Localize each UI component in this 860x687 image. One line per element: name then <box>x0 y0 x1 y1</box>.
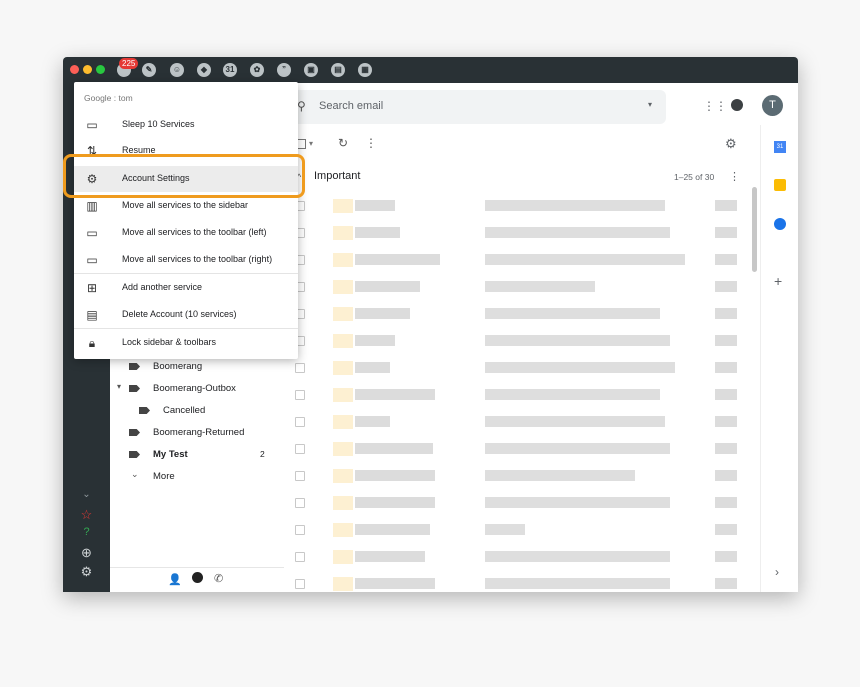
email-row[interactable] <box>295 280 755 294</box>
lock-icon: 🔒︎ <box>88 336 96 350</box>
caret-down-icon[interactable]: ▾ <box>117 382 121 391</box>
account-context-menu: Google : tom ▭ Sleep 10 Services ⇅ Resum… <box>74 82 298 359</box>
service-sheets-icon[interactable]: ▦ <box>358 63 372 77</box>
menu-item-lock[interactable]: 🔒︎ Lock sidebar & toolbars <box>74 330 298 356</box>
keep-icon[interactable] <box>774 179 786 191</box>
label-item[interactable]: Boomerang <box>153 361 202 372</box>
email-row[interactable] <box>295 442 755 456</box>
close-window-button[interactable] <box>70 65 79 74</box>
email-row[interactable] <box>295 496 755 510</box>
add-icon[interactable]: ⊕ <box>63 545 110 561</box>
help-icon[interactable]: ? <box>63 526 110 538</box>
toolbar-left-icon: ▭ <box>86 226 98 240</box>
more-vert-icon[interactable]: ⋮ <box>729 170 740 183</box>
tasks-icon[interactable] <box>774 218 786 230</box>
highlight-callout <box>63 154 305 198</box>
email-row[interactable] <box>295 199 755 213</box>
chevron-down-icon[interactable]: ⌄ <box>131 469 139 480</box>
chevron-right-icon[interactable]: › <box>775 565 779 579</box>
label-tag-icon <box>139 407 150 414</box>
toolbar-right-icon: ▭ <box>86 253 98 267</box>
search-input[interactable]: ⚲ Search email ▾ <box>291 90 666 124</box>
email-row[interactable] <box>295 415 755 429</box>
email-row[interactable] <box>295 523 755 537</box>
label-item-more[interactable]: More <box>153 471 175 482</box>
label-item[interactable]: Boomerang-Returned <box>153 427 244 438</box>
label-count: 2 <box>260 449 265 459</box>
menu-item-move-toolbar-right[interactable]: ▭ Move all services to the toolbar (righ… <box>74 247 298 273</box>
email-row[interactable] <box>295 361 755 375</box>
caret-down-icon[interactable]: ▾ <box>309 139 313 148</box>
label-item[interactable]: Cancelled <box>163 405 205 416</box>
search-icon: ⚲ <box>297 99 306 113</box>
label-tag-icon <box>129 363 140 370</box>
person-icon[interactable]: 👤 <box>168 573 182 586</box>
label-tag-icon <box>129 429 140 436</box>
email-row[interactable] <box>295 334 755 348</box>
hangouts-footer: 👤 ✆ <box>110 567 284 592</box>
service-docs-icon[interactable]: ▤ <box>331 63 345 77</box>
delete-icon: ▤ <box>86 308 98 322</box>
avatar[interactable]: T <box>762 95 783 116</box>
more-vert-icon[interactable]: ⋮ <box>365 136 377 150</box>
label-tag-icon <box>129 451 140 458</box>
menu-separator <box>74 273 298 274</box>
label-tag-icon <box>129 385 140 392</box>
email-row[interactable] <box>295 253 755 267</box>
settings-icon[interactable]: ⚙ <box>725 136 737 152</box>
scrollbar-thumb[interactable] <box>752 187 757 272</box>
sidebar-icon: ▥ <box>86 199 98 213</box>
menu-item-sleep[interactable]: ▭ Sleep 10 Services <box>74 112 298 138</box>
menu-item-delete-account[interactable]: ▤ Delete Account (10 services) <box>74 302 298 328</box>
label-item[interactable]: My Test <box>153 449 188 460</box>
email-row[interactable] <box>295 226 755 240</box>
section-title: Important <box>314 170 361 182</box>
minimize-window-button[interactable] <box>83 65 92 74</box>
search-options-icon[interactable]: ▾ <box>648 100 652 109</box>
email-row[interactable] <box>295 577 755 591</box>
phone-icon[interactable]: ✆ <box>214 572 223 585</box>
label-item[interactable]: Boomerang-Outbox <box>153 383 236 394</box>
zoom-window-button[interactable] <box>96 65 105 74</box>
email-row[interactable] <box>295 388 755 402</box>
star-icon[interactable]: ☆ <box>63 507 110 523</box>
menu-item-move-toolbar-left[interactable]: ▭ Move all services to the toolbar (left… <box>74 220 298 246</box>
title-bar: 225 ✎ ☺ ◆ 31 ✿ ” ▣ ▤ ▦ <box>63 57 798 83</box>
chevron-down-icon[interactable]: ⌄ <box>63 489 110 500</box>
menu-item-add-service[interactable]: ⊞ Add another service <box>74 275 298 301</box>
service-feather-icon[interactable]: ✎ <box>142 63 156 77</box>
pagination: 1–25 of 30 <box>674 172 715 182</box>
service-keep-icon[interactable]: ▣ <box>304 63 318 77</box>
add-addon-icon[interactable]: + <box>774 273 782 289</box>
notification-badge: 225 <box>119 58 139 69</box>
apps-grid-icon[interactable]: ⋮⋮ <box>703 99 727 113</box>
hangouts-icon[interactable] <box>192 572 203 583</box>
email-row[interactable] <box>295 469 755 483</box>
menu-header: Google : tom <box>84 93 133 103</box>
service-drive-icon[interactable]: ◆ <box>197 63 211 77</box>
email-row[interactable] <box>295 550 755 564</box>
calendar-icon[interactable]: 31 <box>774 141 786 153</box>
sleep-icon: ▭ <box>86 118 98 132</box>
service-contacts-icon[interactable]: ☺ <box>170 63 184 77</box>
side-panel: 31 + › <box>760 125 798 592</box>
service-calendar-icon[interactable]: 31 <box>223 63 237 77</box>
email-row[interactable] <box>295 307 755 321</box>
refresh-icon[interactable]: ↻ <box>338 136 348 150</box>
service-photos-icon[interactable]: ✿ <box>250 63 264 77</box>
search-placeholder: Search email <box>319 100 384 112</box>
add-service-icon: ⊞ <box>86 281 98 295</box>
menu-separator <box>74 328 298 329</box>
notifications-icon[interactable] <box>731 99 743 111</box>
service-hangouts-icon[interactable]: ” <box>277 63 291 77</box>
settings-gear-icon[interactable]: ⚙ <box>63 564 110 580</box>
